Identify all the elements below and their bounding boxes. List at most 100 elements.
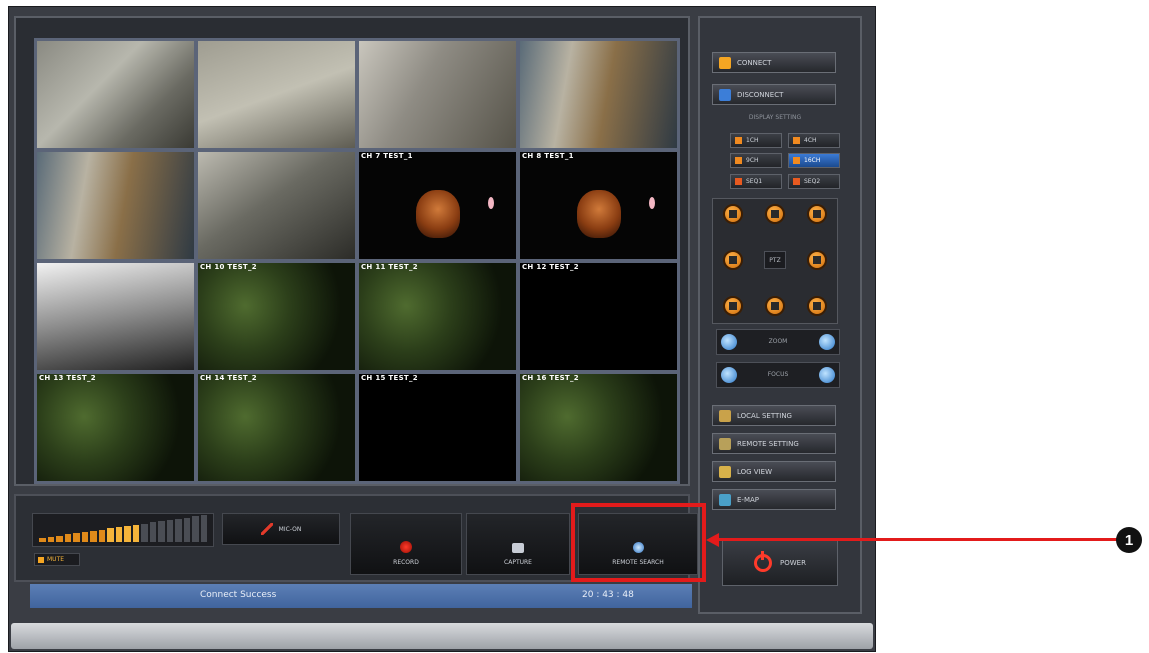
zoom-row: ZOOM xyxy=(716,329,840,355)
power-icon xyxy=(754,551,773,572)
camera-feed xyxy=(37,41,194,148)
camera-tile[interactable] xyxy=(198,152,355,259)
zoom-label: ZOOM xyxy=(768,338,788,345)
mute-label: MUTE xyxy=(47,556,65,563)
volume-level-bar xyxy=(64,534,71,542)
split-16ch-button[interactable]: 16CH xyxy=(788,153,840,168)
volume-level-bar xyxy=(98,529,105,542)
camera-label: CH 15 TEST_2 xyxy=(361,374,418,382)
arrow-icon xyxy=(813,302,821,310)
volume-level-bar xyxy=(166,520,173,542)
ptz-up-left-button[interactable] xyxy=(723,204,743,224)
record-button[interactable]: RECORD xyxy=(350,513,462,575)
seq2-button[interactable]: SEQ2 xyxy=(788,174,840,189)
mic-label: MIC-ON xyxy=(278,525,302,533)
camera-tile[interactable]: CH 10 TEST_2 xyxy=(198,263,355,370)
ptz-down-right-button[interactable] xyxy=(807,296,827,316)
camera-label: CH 8 TEST_1 xyxy=(522,152,574,160)
focus-far-button[interactable] xyxy=(819,367,835,383)
power-button[interactable]: POWER xyxy=(722,540,838,586)
square-icon xyxy=(793,157,800,164)
record-label: RECORD xyxy=(393,559,419,566)
tools-icon xyxy=(719,437,731,450)
split-label: 9CH xyxy=(746,157,759,164)
volume-level-bar xyxy=(200,515,207,542)
disconnect-button[interactable]: DISCONNECT xyxy=(712,84,836,105)
camera-feed xyxy=(198,41,355,148)
camera-tile[interactable] xyxy=(37,152,194,259)
seq1-button[interactable]: SEQ1 xyxy=(730,174,782,189)
remote-setting-button[interactable]: REMOTE SETTING xyxy=(712,433,836,454)
window-bottom-bar xyxy=(11,623,873,649)
arrow-down-icon xyxy=(771,302,779,310)
arrow-icon xyxy=(813,210,821,218)
volume-level-bar xyxy=(56,535,63,542)
square-icon xyxy=(793,137,800,144)
ptz-left-button[interactable] xyxy=(723,250,743,270)
volume-level-bar xyxy=(115,527,122,542)
log-view-button[interactable]: LOG VIEW xyxy=(712,461,836,482)
split-9ch-button[interactable]: 9CH xyxy=(730,153,782,168)
status-text: Connect Success xyxy=(200,590,277,600)
mic-icon xyxy=(260,523,273,535)
callout-arrow-line xyxy=(717,538,1117,541)
camera-tile[interactable]: CH 7 TEST_1 xyxy=(359,152,516,259)
capture-button[interactable]: CAPTURE xyxy=(466,513,570,575)
volume-level-bar xyxy=(39,538,46,542)
camera-tile[interactable]: CH 16 TEST_2 xyxy=(520,374,677,481)
map-icon xyxy=(719,493,731,506)
emap-button[interactable]: E-MAP xyxy=(712,489,836,510)
bear-figure xyxy=(415,190,460,239)
focus-near-button[interactable] xyxy=(721,367,737,383)
camera-tile[interactable]: CH 12 TEST_2 xyxy=(520,263,677,370)
disconnect-icon xyxy=(719,88,731,101)
camera-feed xyxy=(359,152,516,259)
camera-tile[interactable]: CH 8 TEST_1 xyxy=(520,152,677,259)
camera-feed xyxy=(198,374,355,481)
square-icon xyxy=(735,157,742,164)
camera-label: CH 10 TEST_2 xyxy=(200,263,257,271)
local-setting-button[interactable]: LOCAL SETTING xyxy=(712,405,836,426)
volume-meter[interactable] xyxy=(32,513,214,547)
mute-button[interactable]: MUTE xyxy=(34,553,80,566)
camera-label: CH 13 TEST_2 xyxy=(39,374,96,382)
bear-figure xyxy=(576,190,621,239)
record-icon xyxy=(400,541,412,553)
emap-label: E-MAP xyxy=(737,495,759,504)
camera-label: CH 16 TEST_2 xyxy=(522,374,579,382)
light-spot xyxy=(649,196,655,209)
camera-tile[interactable] xyxy=(37,263,194,370)
camera-tile[interactable] xyxy=(37,41,194,148)
camera-tile[interactable]: CH 14 TEST_2 xyxy=(198,374,355,481)
arrow-right-icon xyxy=(813,256,821,264)
camera-tile[interactable]: CH 13 TEST_2 xyxy=(37,374,194,481)
capture-label: CAPTURE xyxy=(504,559,532,566)
zoom-in-button[interactable] xyxy=(819,334,835,350)
camera-tile[interactable] xyxy=(520,41,677,148)
volume-level-bar xyxy=(73,533,80,542)
wrench-icon xyxy=(719,409,731,422)
camera-tile[interactable]: CH 15 TEST_2 xyxy=(359,374,516,481)
connect-button[interactable]: CONNECT xyxy=(712,52,836,73)
camera-feed xyxy=(520,263,677,370)
ptz-up-button[interactable] xyxy=(765,204,785,224)
ptz-right-button[interactable] xyxy=(807,250,827,270)
camera-tile[interactable]: CH 11 TEST_2 xyxy=(359,263,516,370)
connect-label: CONNECT xyxy=(737,58,772,67)
callout-arrow-head xyxy=(706,533,719,547)
camera-feed xyxy=(37,263,194,370)
mic-on-button[interactable]: MIC-ON xyxy=(222,513,340,545)
split-1ch-button[interactable]: 1CH xyxy=(730,133,782,148)
volume-level-bar xyxy=(132,524,139,542)
camera-label: CH 7 TEST_1 xyxy=(361,152,413,160)
split-4ch-button[interactable]: 4CH xyxy=(788,133,840,148)
status-bar: Connect Success 20 : 43 : 48 xyxy=(30,584,692,608)
zoom-out-button[interactable] xyxy=(721,334,737,350)
ptz-down-button[interactable] xyxy=(765,296,785,316)
ptz-down-left-button[interactable] xyxy=(723,296,743,316)
camera-grid: CH 7 TEST_1 CH 8 TEST_1 CH 10 TEST_2 CH 11 … xyxy=(34,38,680,484)
camera-tile[interactable] xyxy=(198,41,355,148)
camera-feed xyxy=(198,152,355,259)
camera-tile[interactable] xyxy=(359,41,516,148)
ptz-up-right-button[interactable] xyxy=(807,204,827,224)
